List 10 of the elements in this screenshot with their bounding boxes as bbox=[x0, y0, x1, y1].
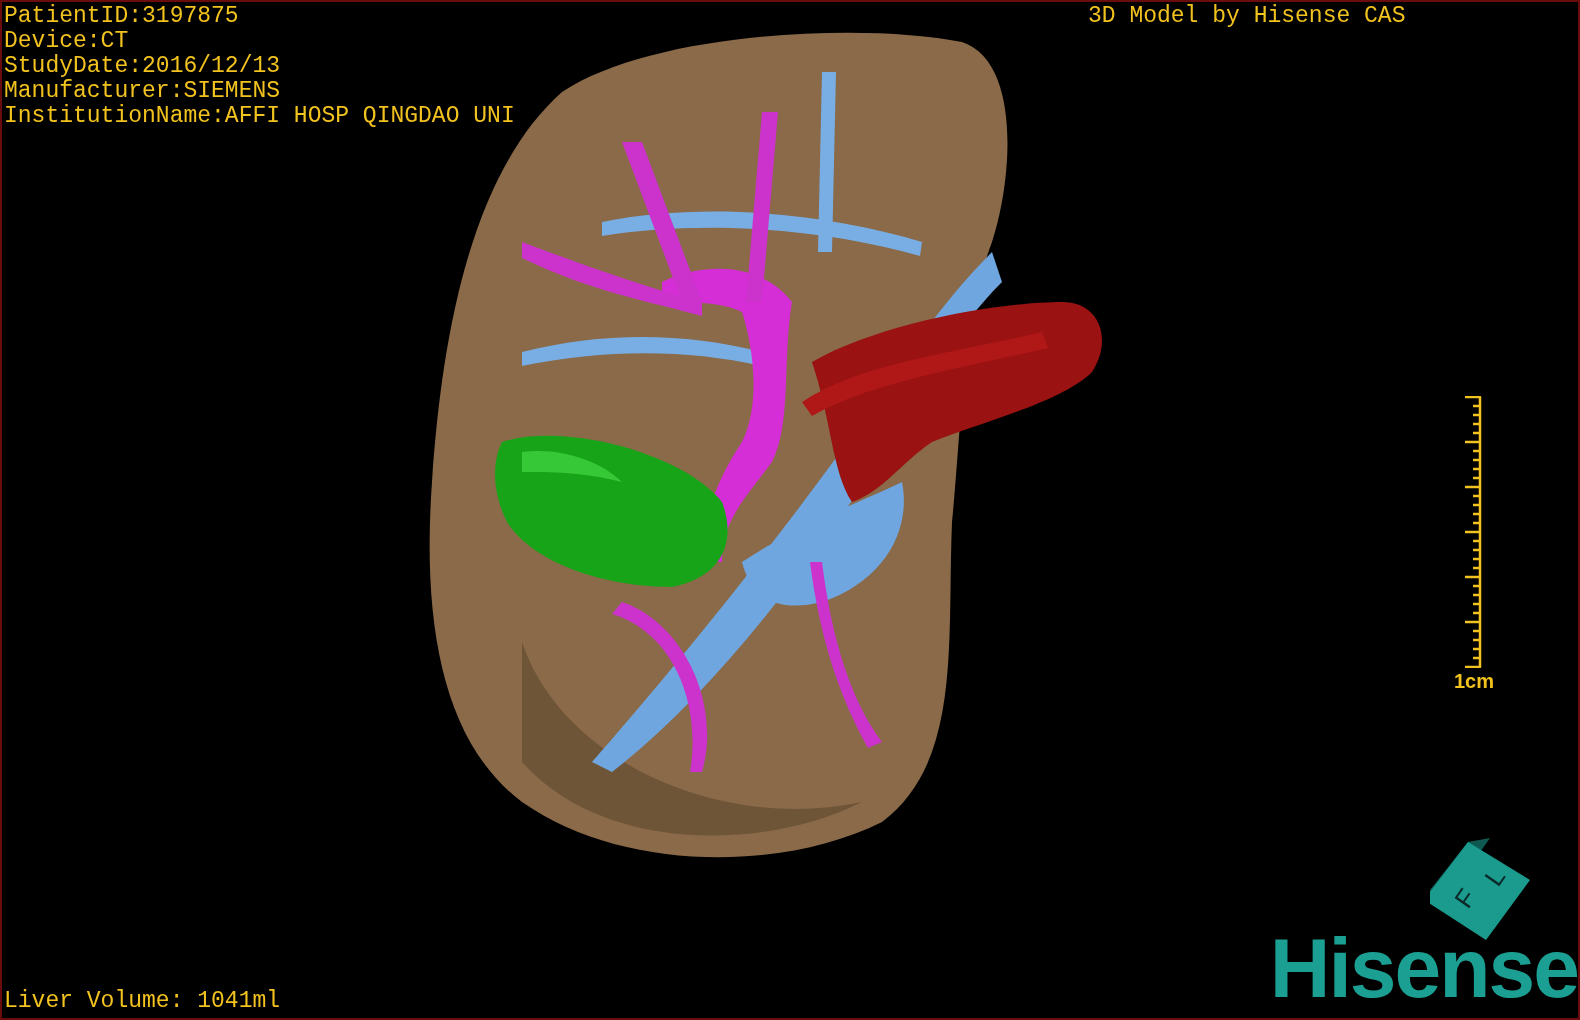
patient-info-line: StudyDate:2016/12/13 bbox=[4, 54, 282, 79]
brand-logo: Hisense bbox=[1269, 926, 1578, 1010]
patient-info-line: InstitutionName:AFFI HOSP QINGDAO UNI bbox=[4, 104, 515, 129]
patient-info-line: Device:CT bbox=[4, 29, 130, 54]
scale-bar-icon bbox=[1464, 396, 1484, 668]
liver-volume-label: Liver Volume: 1041ml bbox=[4, 989, 281, 1014]
patient-info-line: Manufacturer:SIEMENS bbox=[4, 79, 282, 104]
patient-info-line: PatientID:3197875 bbox=[4, 4, 240, 29]
viewer-title: 3D Model by Hisense CAS bbox=[1088, 4, 1406, 29]
scale-label: 1cm bbox=[1454, 670, 1495, 693]
